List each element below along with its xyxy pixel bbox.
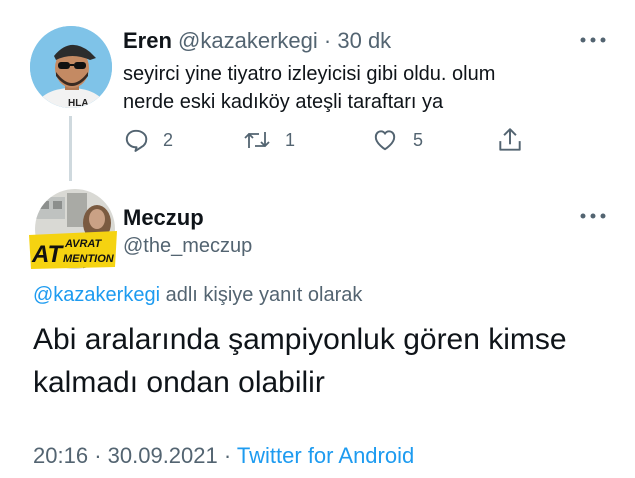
tweet-thread-screenshot: HLA Eren @kazakerkegi · 30 dk seyirci yi… [0,0,635,478]
header-separator: · [323,28,332,53]
parent-tweet-header: Eren @kazakerkegi · 30 dk [123,27,391,55]
tweet-source-link[interactable]: Twitter for Android [237,443,414,468]
parent-handle[interactable]: @kazakerkegi [178,28,318,53]
retweet-button[interactable]: 1 [243,123,295,157]
parent-display-name[interactable]: Eren [123,28,172,53]
more-options-icon[interactable] [580,212,606,220]
avatar-shirt-text: HLA [68,98,89,108]
person-with-cap-and-sunglasses-avatar-icon: HLA [30,26,112,108]
parent-tweet-text: seyirci yine tiyatro izleyicisi gibi old… [123,60,583,116]
logo-at-text: AT [31,241,65,268]
parent-tweet-actions: 2 1 5 [123,123,533,157]
retweet-count: 1 [285,129,296,150]
reply-button[interactable]: 2 [123,123,173,157]
reply-tweet-text-line: kalmadı ondan olabilir [33,366,325,399]
reply-tweet-text-line: Abi aralarında şampiyonluk gören kimse [33,323,567,356]
meta-separator: · [94,443,102,468]
logo-avrat-text: AVRAT [64,238,103,250]
like-button[interactable]: 5 [371,123,423,157]
reply-display-name[interactable]: Meczup [123,204,204,232]
thread-connector-line [69,116,72,181]
reply-icon [125,129,148,152]
tweet-time[interactable]: 20:16 [33,443,88,468]
tweet-metadata: 20:16 · 30.09.2021 · Twitter for Android [33,442,414,470]
reply-handle[interactable]: @the_meczup [123,233,252,259]
like-count: 5 [413,129,424,150]
replying-to-line: @kazakerkegi adlı kişiye yanıt olarak [33,282,362,308]
parent-tweet-text-line: seyirci yine tiyatro izleyicisi gibi old… [123,63,496,85]
meta-separator: · [223,443,232,468]
parent-time-ago[interactable]: 30 dk [337,28,391,53]
reply-avatar[interactable]: AT AVRAT MENTION [27,189,119,271]
more-options-icon[interactable] [580,36,606,44]
tweet-date[interactable]: 30.09.2021 [108,443,218,468]
at-avrat-mention-logo-icon: AT AVRAT MENTION [29,189,117,269]
heart-icon [374,130,396,151]
logo-mention-text: MENTION [63,253,115,265]
replying-to-handle-link[interactable]: @kazakerkegi [33,284,160,306]
replying-to-label: adlı kişiye yanıt olarak [165,284,363,306]
share-button[interactable] [497,123,523,157]
reply-count: 2 [163,129,174,150]
parent-avatar[interactable]: HLA [30,26,112,108]
retweet-icon [244,132,270,148]
reply-tweet-text: Abi aralarında şampiyonluk gören kimse k… [33,318,613,404]
parent-tweet-text-line: nerde eski kadıköy ateşli taraftarı ya [123,91,444,113]
share-icon [499,128,521,151]
